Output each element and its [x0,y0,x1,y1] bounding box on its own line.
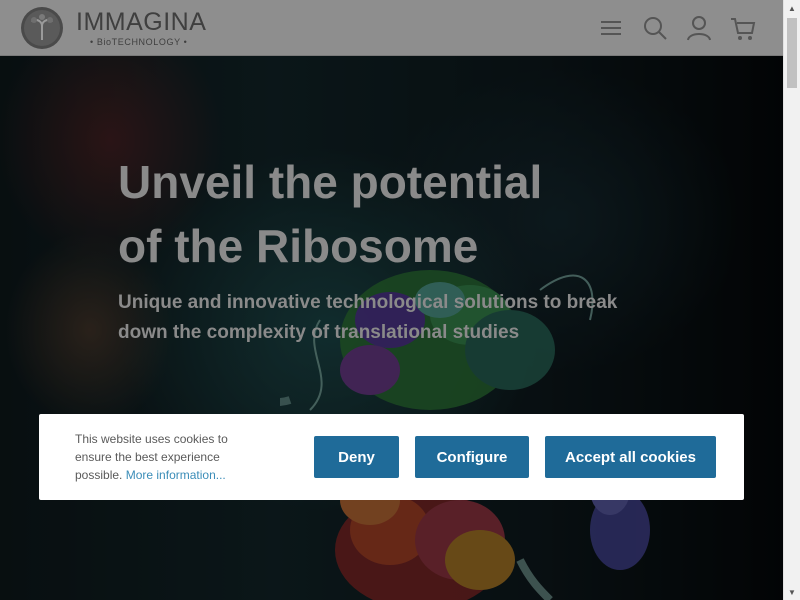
user-icon[interactable] [685,14,713,42]
cart-icon[interactable] [729,14,757,42]
brand-logo-icon[interactable] [20,6,64,50]
scroll-up-arrow-icon[interactable]: ▲ [784,0,800,16]
scrollbar[interactable]: ▲ ▼ [783,0,800,600]
cookie-consent-banner: This website uses cookies to ensure the … [39,414,744,500]
hero-text: Unveil the potential of the Ribosome Uni… [118,150,638,348]
scrollbar-thumb[interactable] [787,18,797,88]
hero-headline-line2: of the Ribosome [118,220,479,272]
hero-headline: Unveil the potential of the Ribosome [118,150,638,278]
site-header: IMMAGINA • BioTECHNOLOGY • [0,0,783,56]
brand-name[interactable]: IMMAGINA [76,8,206,37]
page: Unveil the potential of the Ribosome Uni… [0,0,800,600]
hero-headline-line1: Unveil the potential [118,156,543,208]
deny-button[interactable]: Deny [314,436,399,478]
cookie-message: This website uses cookies to ensure the … [75,430,265,484]
search-icon[interactable] [641,14,669,42]
menu-icon[interactable] [597,14,625,42]
hero-subheadline: Unique and innovative technological solu… [118,292,618,343]
scroll-down-arrow-icon[interactable]: ▼ [784,584,800,600]
more-information-link[interactable]: More information... [126,468,226,482]
brand-subtitle: • BioTECHNOLOGY • [90,37,188,47]
accept-all-cookies-button[interactable]: Accept all cookies [545,436,716,478]
configure-button[interactable]: Configure [415,436,529,478]
